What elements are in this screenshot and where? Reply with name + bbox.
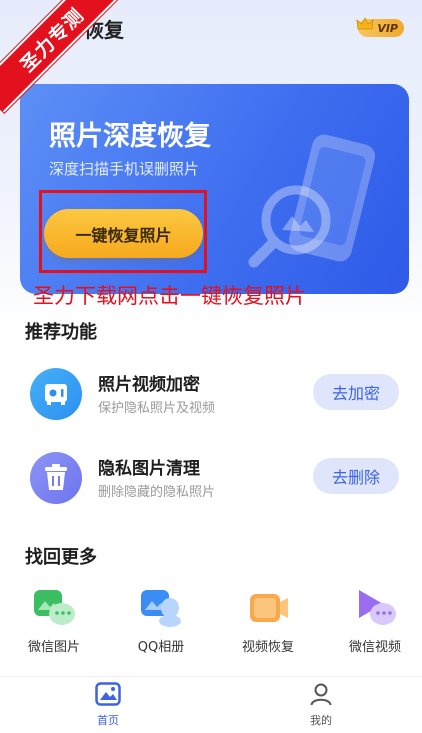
safe-icon xyxy=(30,368,82,420)
more-item-wechat-video[interactable]: 微信视频 xyxy=(333,588,417,655)
feature-row-encrypt[interactable]: 照片视频加密 保护隐私照片及视频 去加密 xyxy=(0,368,422,438)
qq-album-icon xyxy=(139,588,183,628)
more-item-video-recovery[interactable]: 视频恢复 xyxy=(226,588,310,655)
more-item-wechat-image[interactable]: 微信图片 xyxy=(12,588,96,655)
vip-label: VIP xyxy=(377,21,398,35)
feature-desc: 保护隐私照片及视频 xyxy=(98,401,216,416)
go-encrypt-button[interactable]: 去加密 xyxy=(313,374,399,410)
more-item-label: 微信图片 xyxy=(27,640,80,655)
crown-icon xyxy=(356,17,374,30)
video-camera-icon xyxy=(246,588,290,628)
vip-badge[interactable]: VIP xyxy=(356,17,404,37)
feature-desc: 删除隐藏的隐私照片 xyxy=(98,485,216,500)
more-section-title: 找回更多 xyxy=(25,547,97,568)
annotation-text: 圣力下载网点击一键恢复照片 xyxy=(33,284,306,308)
feature-row-cleanup[interactable]: 隐私图片清理 删除隐藏的隐私照片 去删除 xyxy=(0,452,422,522)
tab-mine[interactable]: 我的 xyxy=(281,682,361,728)
bottom-tab-bar: 首页 我的 xyxy=(0,676,422,733)
tab-label: 我的 xyxy=(310,714,332,727)
photo-home-icon xyxy=(95,682,121,706)
hero-subtitle: 深度扫描手机误删照片 xyxy=(49,160,200,178)
feature-name: 照片视频加密 xyxy=(98,375,200,395)
one-click-recover-button[interactable]: 一键恢复照片 xyxy=(44,209,203,258)
feature-name: 隐私图片清理 xyxy=(98,459,200,479)
tab-label: 首页 xyxy=(97,714,119,727)
recommended-section-title: 推荐功能 xyxy=(25,322,97,343)
more-item-label: QQ相册 xyxy=(137,640,185,655)
more-item-label: 视频恢复 xyxy=(241,640,294,655)
more-item-qq-album[interactable]: QQ相册 xyxy=(119,588,203,655)
wechat-video-icon xyxy=(353,588,397,628)
trash-icon xyxy=(30,452,82,504)
more-item-label: 微信视频 xyxy=(348,640,401,655)
phone-magnifier-illustration xyxy=(248,134,376,268)
user-icon xyxy=(310,683,332,706)
go-delete-button[interactable]: 去删除 xyxy=(313,458,399,494)
hero-title: 照片深度恢复 xyxy=(49,121,211,152)
tab-home[interactable]: 首页 xyxy=(68,682,148,728)
wechat-image-icon xyxy=(32,588,76,628)
